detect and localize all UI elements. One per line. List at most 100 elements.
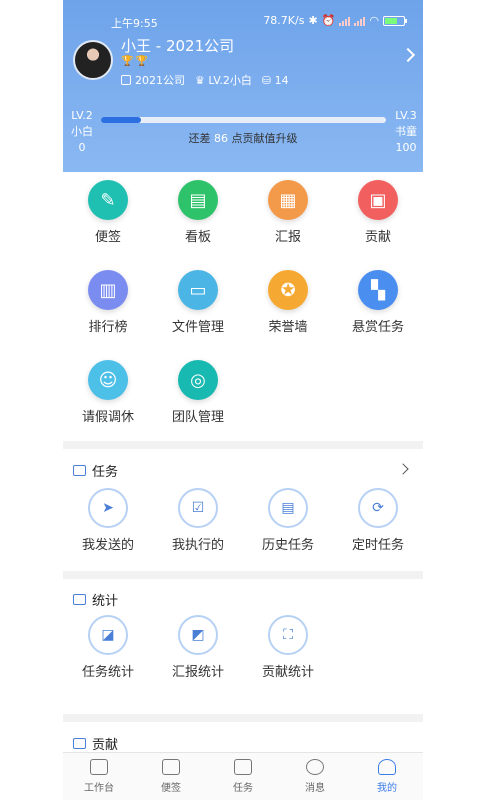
file-icon: ▭ (178, 270, 218, 310)
app-bounty-task[interactable]: ▚ 悬赏任务 (333, 270, 423, 335)
stat-label: 任务统计 (81, 665, 134, 680)
crown-icon: ♛ (195, 74, 209, 87)
level-progress-text: 还差 86 点贡献值升级 (63, 130, 423, 146)
clock-list-icon: ⟳ (358, 488, 398, 528)
medal-icons: 🏆🏆 (121, 56, 150, 67)
app-label: 悬赏任务 (351, 320, 404, 335)
app-contribution[interactable]: ▣ 贡献 (333, 180, 423, 245)
app-honor-wall[interactable]: ✪ 荣誉墙 (243, 270, 333, 335)
note-icon: ✎ (88, 180, 128, 220)
signal-1-icon (339, 16, 351, 26)
app-team[interactable]: ◎ 团队管理 (153, 360, 243, 425)
status-bar: 上午9:55 78.7K/s ✱ ⏰ ◠ (63, 12, 423, 32)
stat-contribution[interactable]: ⛶ 贡献统计 (243, 615, 333, 680)
tasks-icon (73, 465, 86, 476)
progress-text-post: 点贡献值升级 (231, 132, 298, 145)
team-icon: ◎ (178, 360, 218, 400)
bluetooth-icon: ✱ (308, 14, 318, 27)
avatar[interactable] (73, 40, 113, 80)
task-stats-icon: ◪ (88, 615, 128, 655)
app-label: 荣誉墙 (268, 320, 308, 335)
user-name: 小王 - 2021公司 (121, 37, 235, 55)
progress-text-pre: 还差 (188, 132, 211, 145)
tab-tasks[interactable]: 任务 (207, 753, 279, 800)
tab-messages[interactable]: 消息 (279, 753, 351, 800)
stats-title: 统计 (92, 594, 119, 609)
app-label: 看板 (184, 230, 211, 245)
stat-label: 贡献统计 (261, 665, 314, 680)
tab-notes[interactable]: 便签 (135, 753, 207, 800)
bottom-tab-bar: 工作台 便签 任务 消息 我的 (63, 752, 423, 800)
tab-label: 消息 (305, 783, 325, 794)
task-label: 我发送的 (81, 538, 134, 553)
chart-icon (73, 738, 86, 749)
task-executing[interactable]: ☑ 我执行的 (153, 488, 243, 553)
app-board[interactable]: ▤ 看板 (153, 180, 243, 245)
stats-section-title: 统计 (73, 590, 118, 609)
ranking-icon: ▥ (88, 270, 128, 310)
company-item: 2021公司 (121, 72, 185, 88)
id-card-icon (121, 75, 131, 85)
tab-workbench[interactable]: 工作台 (63, 753, 135, 800)
company-name: 2021公司 (135, 74, 185, 87)
signal-2-icon (354, 16, 366, 26)
app-note[interactable]: ✎ 便签 (63, 180, 153, 245)
chevron-right-icon[interactable] (400, 47, 416, 63)
level-progress-fill (101, 117, 141, 123)
report-stats-icon: ◩ (178, 615, 218, 655)
contribution-stats-icon: ⛶ (268, 615, 308, 655)
chevron-right-icon[interactable] (397, 463, 409, 475)
task-label: 历史任务 (261, 538, 314, 553)
day-report-icon: ▦ (268, 180, 308, 220)
task-icon (234, 759, 252, 775)
section-divider (63, 714, 423, 722)
app-files[interactable]: ▭ 文件管理 (153, 270, 243, 335)
section-divider (63, 571, 423, 579)
level-item: ♛ LV.2小白 (195, 72, 252, 88)
wifi-icon: ◠ (369, 14, 379, 27)
app-ranking[interactable]: ▥ 排行榜 (63, 270, 153, 335)
task-label: 定时任务 (351, 538, 404, 553)
right-margin (423, 0, 480, 800)
left-margin (0, 0, 63, 800)
tasks-section-title[interactable]: 任务 (73, 461, 118, 480)
tab-label: 工作台 (84, 783, 114, 794)
app-label: 请假调休 (81, 410, 134, 425)
app-report[interactable]: ▦ 汇报 (243, 180, 333, 245)
alarm-icon: ⏰ (321, 14, 336, 27)
app-leave[interactable]: ☺ 请假调休 (63, 360, 153, 425)
tab-label: 我的 (377, 783, 397, 794)
task-scheduled[interactable]: ⟳ 定时任务 (333, 488, 423, 553)
chart-icon (73, 594, 86, 605)
status-time: 上午9:55 (111, 17, 158, 30)
app-label: 便签 (94, 230, 121, 245)
status-icons: 78.7K/s ✱ ⏰ ◠ (263, 14, 407, 27)
app-label: 团队管理 (171, 410, 224, 425)
chat-icon (306, 759, 324, 775)
stat-task[interactable]: ◪ 任务统计 (63, 615, 153, 680)
stat-report[interactable]: ◩ 汇报统计 (153, 615, 243, 680)
phone-screen: 上午9:55 78.7K/s ✱ ⏰ ◠ 小王 - 2021公司 🏆🏆 2021… (63, 0, 423, 800)
note-icon (162, 759, 180, 775)
stat-label: 汇报统计 (171, 665, 224, 680)
profile-meta: 2021公司 ♛ LV.2小白 ⛁ 14 (121, 72, 289, 88)
level-name: LV.2小白 (208, 74, 252, 87)
contrib-section-title: 贡献 (73, 734, 118, 753)
app-label: 文件管理 (171, 320, 224, 335)
level-progress-bar (101, 117, 386, 123)
board-icon: ▤ (178, 180, 218, 220)
monitor-icon (90, 759, 108, 775)
progress-remaining: 86 (214, 132, 228, 145)
task-sent[interactable]: ➤ 我发送的 (63, 488, 153, 553)
app-label: 贡献 (364, 230, 391, 245)
grid-icon: ▚ (358, 270, 398, 310)
medal-icon: ✪ (268, 270, 308, 310)
tab-label: 任务 (233, 783, 253, 794)
profile-header[interactable]: 上午9:55 78.7K/s ✱ ⏰ ◠ 小王 - 2021公司 🏆🏆 2021… (63, 0, 423, 172)
coins-icon: ⛁ (261, 73, 275, 87)
app-label: 排行榜 (88, 320, 128, 335)
tasks-title: 任务 (92, 465, 119, 480)
tab-mine[interactable]: 我的 (351, 753, 423, 800)
next-level-code: LV.3 (395, 109, 417, 122)
task-history[interactable]: ▤ 历史任务 (243, 488, 333, 553)
